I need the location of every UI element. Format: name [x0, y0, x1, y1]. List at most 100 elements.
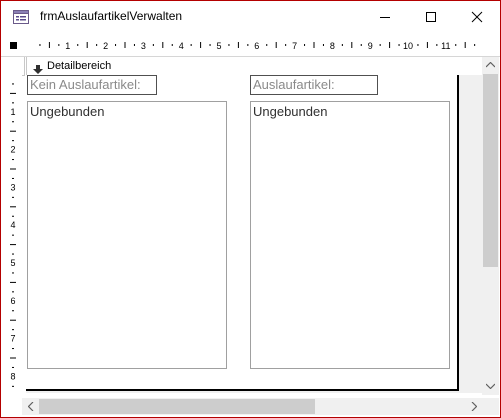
ruler-tick [228, 44, 230, 46]
access-window: frmAuslaufartikelVerwalten 1 2 3 4 5 6 7 8 9 10 11 [0, 0, 501, 418]
ruler-tick [209, 44, 211, 46]
ruler-number: 7 [292, 41, 297, 51]
ruler-tick [426, 42, 428, 48]
ruler-tick [48, 42, 50, 48]
scroll-left-button[interactable] [22, 398, 39, 415]
ruler-tick [12, 121, 14, 123]
horizontal-ruler-scale: 1 2 3 4 5 6 7 8 9 10 11 [39, 41, 476, 51]
ruler-tick [313, 42, 315, 48]
ruler-tick [12, 348, 14, 350]
ruler-number: 7 [10, 334, 15, 344]
ruler-tick [322, 44, 324, 46]
chevron-left-icon [28, 402, 34, 411]
minimize-icon [380, 17, 390, 18]
ruler-number: 11 [441, 41, 450, 51]
ruler-number: 6 [254, 41, 259, 51]
ruler-number: 1 [65, 41, 70, 51]
vertical-ruler[interactable]: 1 2 3 4 5 6 7 8 [1, 57, 22, 395]
ruler-tick [285, 44, 287, 46]
ruler-tick [77, 44, 79, 46]
ruler-tick [10, 92, 16, 94]
ruler-tick [275, 42, 277, 48]
horizontal-ruler[interactable]: 1 2 3 4 5 6 7 8 9 10 11 [1, 34, 500, 57]
ruler-tick [389, 42, 391, 48]
chevron-down-icon [486, 383, 495, 389]
ruler-tick [417, 44, 419, 46]
horizontal-scrollbar[interactable] [22, 398, 482, 415]
ruler-number: 6 [10, 296, 15, 306]
ruler-number: 1 [10, 107, 15, 117]
ruler-number: 5 [216, 41, 221, 51]
label-kein-auslaufartikel[interactable]: Kein Auslaufartikel: [27, 75, 157, 95]
ruler-tick [10, 319, 16, 321]
ruler-tick [200, 42, 202, 48]
ruler-tick [12, 385, 14, 387]
ruler-tick [341, 44, 343, 46]
scroll-right-button[interactable] [465, 398, 482, 415]
vertical-scroll-thumb[interactable] [483, 74, 498, 267]
ruler-tick [464, 42, 466, 48]
ruler-tick [12, 140, 14, 142]
close-button[interactable] [454, 1, 500, 33]
label-auslaufartikel[interactable]: Auslaufartikel: [250, 75, 378, 95]
ruler-tick [12, 291, 14, 293]
horizontal-scroll-thumb[interactable] [39, 399, 315, 414]
ruler-tick [10, 357, 16, 359]
ruler-tick [12, 215, 14, 217]
form-selector[interactable] [10, 42, 17, 49]
ruler-tick [247, 44, 249, 46]
ruler-tick [10, 206, 16, 208]
ruler-number: 9 [368, 41, 373, 51]
ruler-tick [162, 42, 164, 48]
listbox-kein-auslaufartikel[interactable]: Ungebunden [27, 101, 227, 369]
ruler-number: 2 [10, 145, 15, 155]
section-header-detail[interactable]: Detailbereich [26, 57, 484, 76]
ruler-tick [12, 329, 14, 331]
ruler-number: 2 [103, 41, 108, 51]
ruler-number: 4 [179, 41, 184, 51]
ruler-tick [10, 244, 16, 246]
ruler-number: 10 [403, 41, 413, 51]
ruler-tick [171, 44, 173, 46]
ruler-number: 8 [10, 371, 15, 381]
chevron-right-icon [471, 402, 477, 411]
ruler-tick [455, 44, 457, 46]
listbox-auslaufartikel[interactable]: Ungebunden [250, 101, 450, 369]
listbox-unbound-text: Ungebunden [253, 104, 328, 119]
vertical-scrollbar[interactable] [482, 57, 499, 395]
minimize-button[interactable] [362, 1, 408, 33]
detail-section-area[interactable]: Kein Auslaufartikel: Auslaufartikel: Ung… [26, 75, 459, 391]
ruler-tick [12, 83, 14, 85]
ruler-tick [12, 366, 14, 368]
maximize-button[interactable] [408, 1, 454, 33]
resize-grip[interactable] [482, 398, 499, 415]
scroll-up-button[interactable] [482, 57, 499, 74]
ruler-number: 3 [141, 41, 146, 51]
scroll-down-button[interactable] [482, 378, 499, 395]
close-icon [471, 11, 483, 23]
chevron-up-icon [486, 62, 495, 68]
ruler-tick [12, 253, 14, 255]
vertical-ruler-scale: 1 2 3 4 5 6 7 8 [10, 83, 16, 387]
maximize-icon [426, 12, 436, 22]
ruler-number: 4 [10, 220, 15, 230]
ruler-tick [12, 177, 14, 179]
ruler-tick [266, 44, 268, 46]
ruler-tick [39, 44, 41, 46]
ruler-tick [190, 44, 192, 46]
ruler-tick [474, 44, 476, 46]
ruler-tick [10, 281, 16, 283]
ruler-tick [86, 42, 88, 48]
ruler-tick [351, 42, 353, 48]
ruler-tick [12, 310, 14, 312]
ruler-corner [1, 395, 22, 417]
ruler-tick [12, 159, 14, 161]
ruler-number: 5 [10, 258, 15, 268]
ruler-tick [133, 44, 135, 46]
ruler-tick [436, 44, 438, 46]
ruler-tick [12, 196, 14, 198]
ruler-tick [360, 44, 362, 46]
ruler-tick [12, 272, 14, 274]
listbox-unbound-text: Ungebunden [30, 104, 105, 119]
title-bar[interactable]: frmAuslaufartikelVerwalten [1, 1, 500, 33]
